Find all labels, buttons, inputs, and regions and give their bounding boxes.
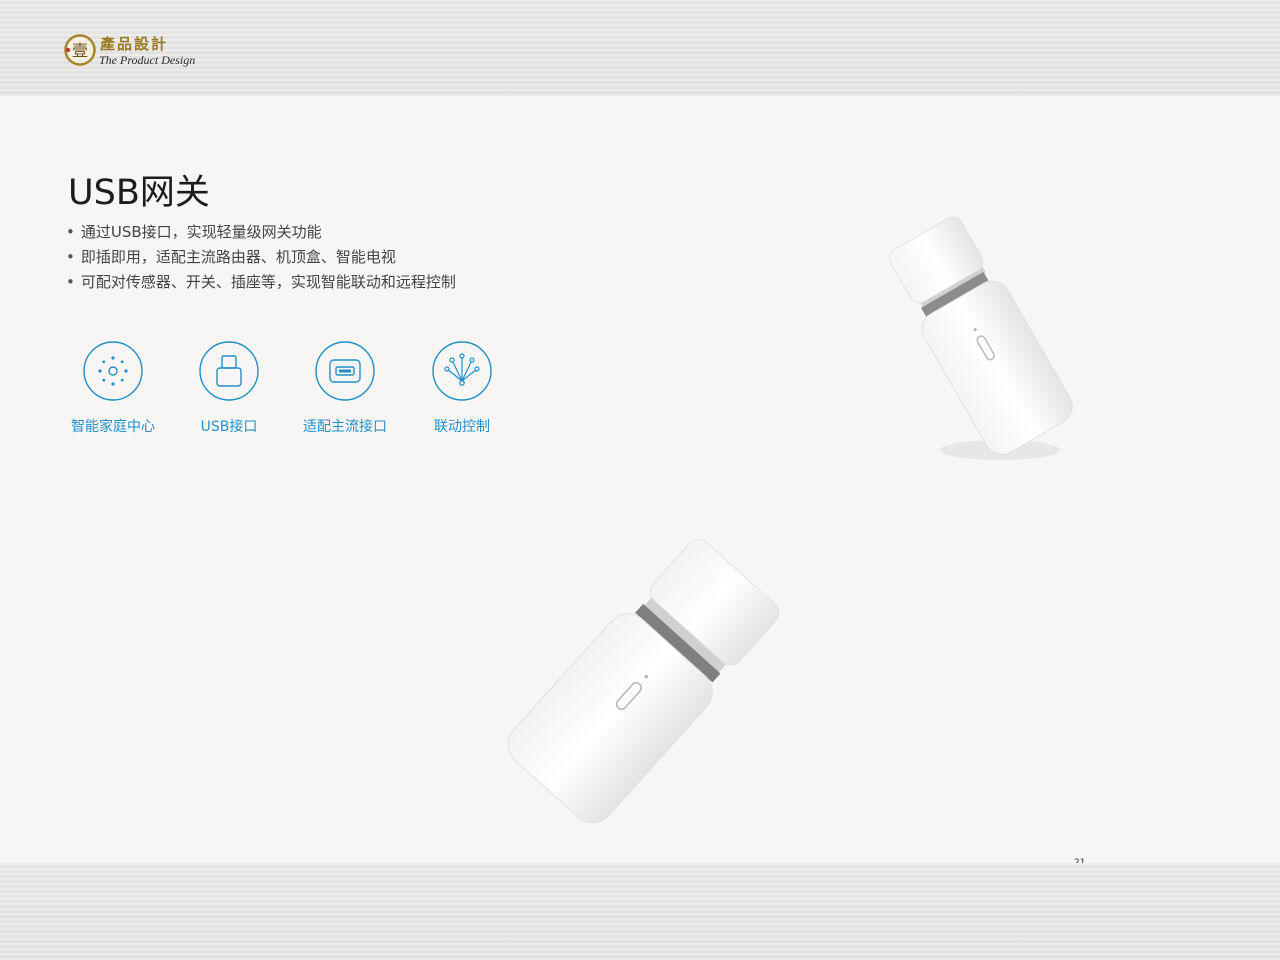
linkage-network-icon xyxy=(432,341,492,401)
usb-plug-icon xyxy=(199,341,259,401)
brand-logo: 壹 產品設計 The Product Design xyxy=(64,32,214,72)
page-number: 21 xyxy=(1074,858,1086,863)
feature-port-adapter: 适配主流接口 xyxy=(280,340,410,450)
logo-seal-icon: 壹 xyxy=(64,34,96,66)
page-title: USB网关 xyxy=(68,173,210,213)
smart-home-hub-icon xyxy=(83,341,143,401)
footer-band xyxy=(0,863,1280,960)
bullet-item: 通过USB接口，实现轻量级网关功能 xyxy=(66,220,456,245)
usb-gateway-product-image xyxy=(507,538,780,824)
feature-bullet-list: 通过USB接口，实现轻量级网关功能 即插即用，适配主流路由器、机顶盒、智能电视 … xyxy=(66,220,456,295)
svg-text:壹: 壹 xyxy=(72,41,88,60)
feature-label: 联动控制 xyxy=(434,419,490,435)
feature-linkage-control: 联动控制 xyxy=(397,340,527,450)
bullet-item: 即插即用，适配主流路由器、机顶盒、智能电视 xyxy=(66,245,456,270)
usb-port-icon xyxy=(315,341,375,401)
feature-usb-interface: USB接口 xyxy=(164,340,294,450)
bullet-item: 可配对传感器、开关、插座等，实现智能联动和远程控制 xyxy=(66,270,456,295)
usb-gateway-product-image xyxy=(888,216,1073,460)
logo-english-text: The Product Design xyxy=(99,53,196,67)
logo-chinese-text: 產品設計 xyxy=(100,35,169,53)
feature-label: USB接口 xyxy=(200,419,258,435)
feature-label: 智能家庭中心 xyxy=(71,419,155,435)
feature-smart-home: 智能家庭中心 xyxy=(48,340,178,450)
feature-label: 适配主流接口 xyxy=(303,419,387,435)
